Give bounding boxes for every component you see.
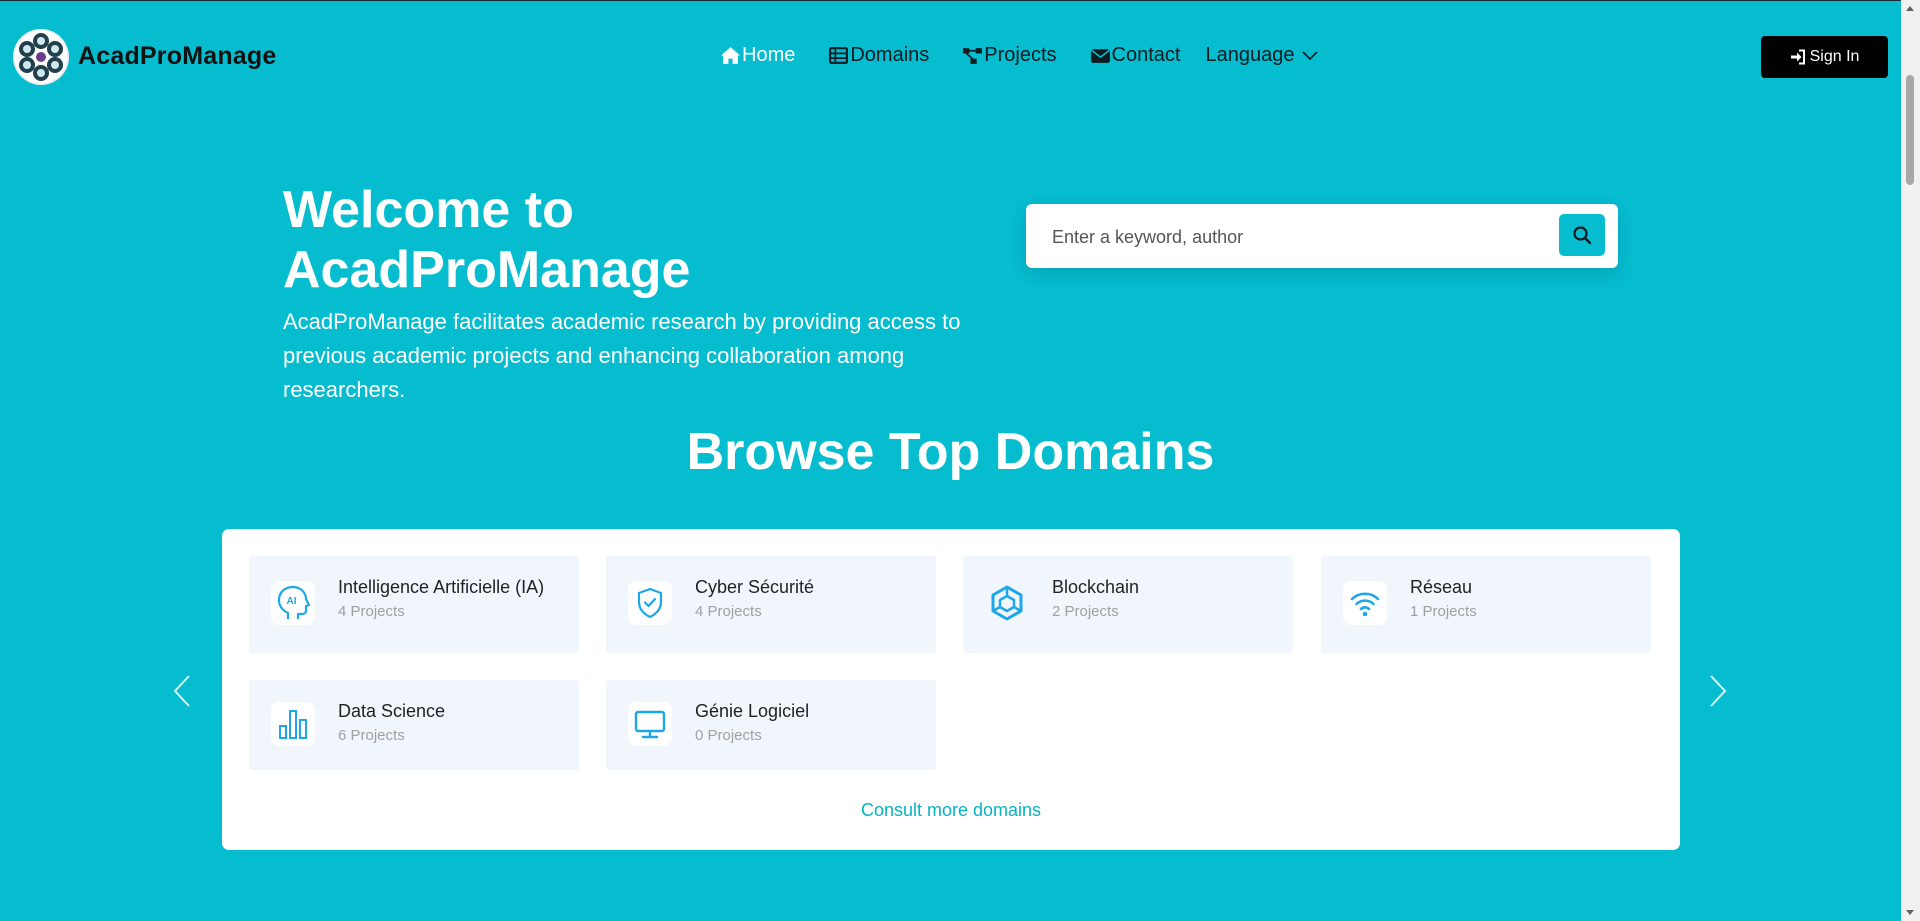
domain-icon-box [1343, 581, 1387, 625]
chevron-right-icon [1710, 675, 1727, 707]
consult-more-domains-link[interactable]: Consult more domains [222, 800, 1680, 821]
sign-in-label: Sign In [1809, 48, 1860, 65]
diagram-icon [963, 48, 983, 64]
brand-name[interactable]: AcadProManage [78, 42, 277, 71]
domain-icon-box [628, 702, 672, 746]
carousel-next-button[interactable] [1708, 674, 1728, 708]
domain-icon-box [985, 581, 1029, 625]
sign-in-icon [1790, 49, 1805, 65]
hero-description: AcadProManage facilitates academic resea… [283, 309, 961, 402]
domain-icon-box [628, 581, 672, 625]
domain-name: Data Science [338, 701, 446, 721]
main-nav: Home Domains Projects Contact Language [720, 44, 1351, 67]
domain-name: Intelligence Artificielle (IA) [338, 577, 545, 597]
domain-card[interactable]: Data Science 6 Projects [249, 680, 579, 770]
nav-home-label: Home [742, 44, 796, 66]
domain-project-count: 4 Projects [695, 603, 762, 620]
top-border [0, 0, 1920, 1]
brand-logo[interactable] [13, 29, 69, 85]
domain-name: Génie Logiciel [695, 701, 810, 721]
domain-project-count: 6 Projects [338, 727, 405, 744]
bar-chart-icon [279, 710, 307, 739]
nav-domains-label: Domains [850, 44, 930, 66]
search-box [1026, 204, 1618, 268]
nav-projects[interactable]: Projects [962, 44, 1057, 67]
ai-head-icon: AI [277, 585, 311, 619]
nav-domains[interactable]: Domains [828, 44, 929, 67]
search-button[interactable] [1559, 214, 1605, 256]
language-label: Language [1205, 44, 1295, 66]
domain-project-count: 4 Projects [338, 603, 405, 620]
chevron-down-icon [1302, 50, 1319, 60]
domain-icon-box: AI [271, 581, 315, 625]
home-icon [721, 47, 740, 64]
domain-card[interactable]: Cyber Sécurité 4 Projects [606, 556, 936, 653]
list-icon [829, 47, 849, 64]
domain-card[interactable]: AI Intelligence Artificielle (IA) 4 Proj… [249, 556, 579, 653]
nav-home[interactable]: Home [720, 44, 795, 67]
section-title: Browse Top Domains [686, 423, 1215, 481]
domain-project-count: 2 Projects [1052, 603, 1119, 620]
scroll-up-icon[interactable] [1906, 6, 1914, 11]
domain-card[interactable]: Génie Logiciel 0 Projects [606, 680, 936, 770]
shield-check-icon [637, 587, 663, 619]
nav-projects-label: Projects [984, 44, 1057, 66]
domain-project-count: 1 Projects [1410, 603, 1477, 620]
domain-icon-box [271, 702, 315, 746]
search-input[interactable] [1050, 222, 1554, 252]
nav-contact[interactable]: Contact [1090, 44, 1181, 67]
domain-card[interactable]: Blockchain 2 Projects [963, 556, 1293, 653]
search-icon [1573, 226, 1592, 245]
hero-title: Welcome to AcadProManage [283, 181, 691, 299]
envelope-icon [1090, 49, 1110, 63]
monitor-icon [634, 710, 666, 739]
logo-icon [13, 29, 69, 85]
blockchain-icon [991, 585, 1023, 621]
domain-name: Réseau [1410, 577, 1473, 597]
language-dropdown[interactable]: Language [1205, 44, 1319, 67]
domains-panel: AI Intelligence Artificielle (IA) 4 Proj… [222, 529, 1680, 850]
svg-text:AI: AI [287, 596, 297, 607]
nav-contact-label: Contact [1111, 44, 1181, 66]
domain-name: Blockchain [1052, 577, 1140, 597]
chevron-left-icon [173, 675, 190, 707]
sign-in-button[interactable]: Sign In [1761, 36, 1888, 78]
carousel-prev-button[interactable] [172, 674, 192, 708]
wifi-icon [1350, 592, 1380, 617]
domain-project-count: 0 Projects [695, 727, 762, 744]
domain-card[interactable]: Réseau 1 Projects [1321, 556, 1651, 653]
scroll-down-icon[interactable] [1906, 910, 1914, 915]
domain-name: Cyber Sécurité [695, 577, 815, 597]
scrollbar-thumb[interactable] [1906, 75, 1914, 185]
